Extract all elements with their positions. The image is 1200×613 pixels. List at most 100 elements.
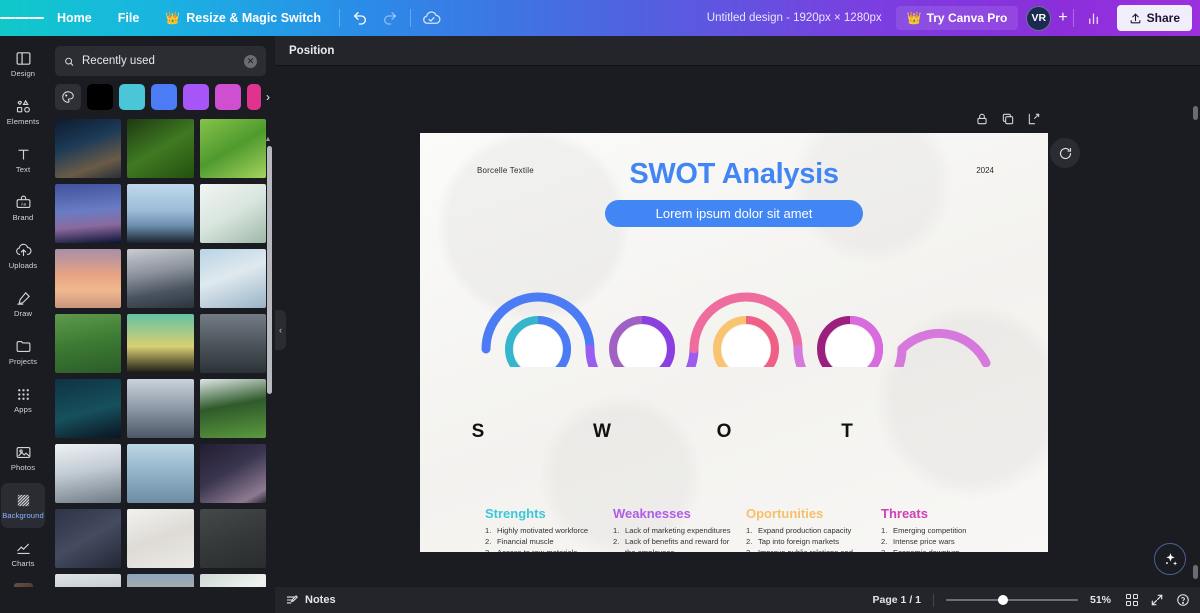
notes-button[interactable]: Notes: [285, 593, 336, 607]
search-input[interactable]: [82, 55, 236, 67]
search-box[interactable]: ✕: [55, 46, 266, 76]
swatch-3[interactable]: [183, 84, 209, 110]
zoom-slider[interactable]: [946, 594, 1078, 606]
zoom-percentage[interactable]: 51%: [1090, 594, 1114, 606]
sidebar-item-background[interactable]: Background: [1, 483, 45, 528]
panel-scroll-up-arrow[interactable]: ▲: [264, 136, 272, 143]
sidebar-item-elements[interactable]: Elements: [1, 89, 45, 134]
slide-title[interactable]: SWOT Analysis: [420, 158, 1048, 191]
menu-item-file[interactable]: File: [105, 0, 153, 36]
toolbar-divider-1: [339, 9, 340, 27]
backgrounds-panel: ✕ ›: [46, 36, 275, 613]
share-button[interactable]: Share: [1116, 5, 1192, 31]
thumbnail-item[interactable]: [55, 184, 122, 243]
thumbnail-item[interactable]: [127, 184, 194, 243]
thumbnail-item[interactable]: [199, 249, 266, 308]
zoom-knob[interactable]: [998, 595, 1008, 605]
avatar[interactable]: VR: [1026, 5, 1052, 31]
list-item: Financial muscle: [485, 536, 554, 547]
lock-icon[interactable]: [975, 112, 989, 126]
sidebar-item-photos[interactable]: Photos: [1, 435, 45, 480]
thumbnail-item[interactable]: [127, 314, 194, 373]
menu-item-home[interactable]: Home: [44, 0, 105, 36]
thumbnail-item[interactable]: [127, 249, 194, 308]
swatch-1[interactable]: [119, 84, 145, 110]
undo-icon[interactable]: [345, 3, 375, 33]
color-picker-icon[interactable]: [55, 84, 81, 110]
thumbnail-item[interactable]: [55, 379, 122, 438]
duplicate-icon[interactable]: [1001, 112, 1015, 126]
thumbnail-item[interactable]: [199, 379, 266, 438]
thumbnail-item[interactable]: [199, 444, 266, 503]
list-item: Economic downturn: [881, 547, 1001, 552]
sidebar-item-design[interactable]: Design: [1, 41, 45, 86]
sidebar-item-text[interactable]: Text: [1, 137, 45, 182]
export-page-icon[interactable]: [1027, 112, 1041, 126]
thumbnail-item[interactable]: [127, 119, 194, 178]
thumbnail-item[interactable]: [55, 509, 122, 568]
menu-item-resize-label: Resize & Magic Switch: [186, 11, 321, 25]
fullscreen-icon[interactable]: [1150, 593, 1164, 607]
thumbnail-item[interactable]: [55, 119, 122, 178]
crown-icon: 👑: [165, 11, 181, 25]
tab-position[interactable]: Position: [289, 45, 334, 57]
magic-sparkle-icon[interactable]: [1154, 543, 1186, 575]
toolbar-divider-2: [410, 9, 411, 27]
cloud-saved-icon[interactable]: [416, 3, 446, 33]
swot-column-opportunities[interactable]: Oportunities Expand production capacity …: [746, 506, 874, 552]
canvas-scrollbar-top[interactable]: [1193, 106, 1198, 120]
thumbnail-item[interactable]: [199, 184, 266, 243]
thumbnail-item[interactable]: [199, 314, 266, 373]
text-t-icon: [18, 149, 28, 160]
swot-letter-s: S: [471, 421, 485, 442]
sidebar-item-projects[interactable]: Projects: [1, 329, 45, 374]
slide-subtitle-pill[interactable]: Lorem ipsum dolor sit amet: [605, 200, 863, 227]
panel-scrollbar[interactable]: [267, 146, 272, 394]
thumbnail-item[interactable]: [55, 314, 122, 373]
document-title[interactable]: Untitled design - 1920px × 1280px: [693, 12, 896, 24]
thumbnail-item[interactable]: [127, 509, 194, 568]
menu-item-resize-magic-switch[interactable]: 👑 Resize & Magic Switch: [152, 0, 334, 36]
thumbnail-item[interactable]: [199, 119, 266, 178]
sidebar-item-charts[interactable]: Charts: [1, 531, 45, 576]
chevron-right-icon[interactable]: ›: [259, 87, 277, 107]
swatch-0[interactable]: [87, 84, 113, 110]
collaborators: VR +: [1026, 5, 1068, 31]
swot-column-weaknesses[interactable]: Weaknesses Lack of marketing expenditure…: [613, 506, 740, 552]
sidebar-item-uploads-label: Uploads: [8, 260, 38, 270]
thumbnail-item[interactable]: [127, 444, 194, 503]
redo-icon[interactable]: [375, 3, 405, 33]
thumbnail-item[interactable]: [55, 249, 122, 308]
thumbnail-item[interactable]: [199, 509, 266, 568]
canvas-scrollbar-bottom[interactable]: [1193, 565, 1198, 579]
sidebar-item-uploads[interactable]: Uploads: [1, 233, 45, 278]
thumbnail-item[interactable]: [55, 444, 122, 503]
search-area: ✕: [46, 36, 275, 84]
add-collaborator-button[interactable]: +: [1058, 10, 1067, 26]
try-canva-pro-label: Try Canva Pro: [926, 11, 1008, 25]
swatch-4[interactable]: [215, 84, 241, 110]
try-canva-pro-button[interactable]: 👑 Try Canva Pro: [895, 6, 1019, 30]
grid-view-icon[interactable]: [1126, 594, 1138, 606]
swot-column-threats[interactable]: Threats Emerging competition Intense pri…: [881, 506, 1001, 552]
help-icon[interactable]: [1176, 593, 1190, 607]
refresh-design-icon[interactable]: [1050, 138, 1080, 168]
sidebar-item-draw[interactable]: Draw: [1, 281, 45, 326]
bottom-toolbar-right: Page 1 / 1 51%: [873, 593, 1190, 607]
swatch-2[interactable]: [151, 84, 177, 110]
bar-chart-icon[interactable]: [1079, 3, 1109, 33]
swot-column-strengths[interactable]: Strenghts Highly motivated workforce Fin…: [485, 506, 613, 552]
panel-collapse-handle[interactable]: ‹: [275, 310, 286, 350]
list-item: Expand production capacity: [746, 525, 852, 536]
notes-label: Notes: [305, 594, 336, 606]
slide-canvas[interactable]: Borcelle Textile 2024 SWOT Analysis Lore…: [420, 133, 1048, 552]
sidebar-item-photos-label: Photos: [10, 462, 36, 472]
palette-icon: [62, 91, 74, 103]
sidebar-item-background-label: Background: [2, 510, 44, 520]
line-chart-icon: [16, 543, 30, 554]
thumbnail-item[interactable]: [127, 379, 194, 438]
hamburger-icon[interactable]: [0, 0, 45, 36]
sidebar-item-apps[interactable]: Apps: [1, 377, 45, 422]
clear-x-icon[interactable]: ✕: [244, 54, 257, 68]
sidebar-item-brand[interactable]: Aa Brand: [1, 185, 45, 230]
